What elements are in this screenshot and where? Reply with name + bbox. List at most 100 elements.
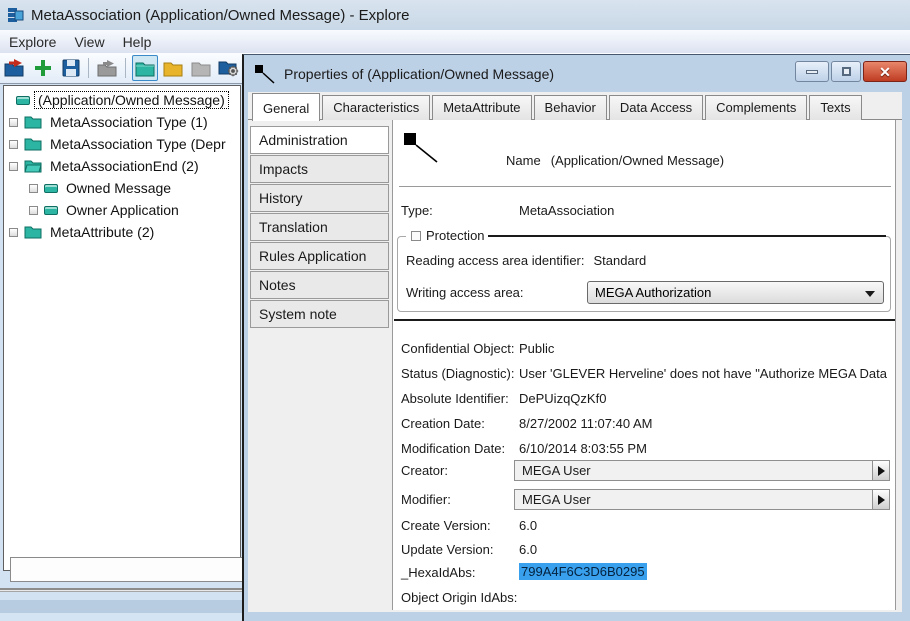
creator-open-button[interactable] — [872, 461, 889, 480]
hexa-id-value: 799A4F6C3D6B0295 — [519, 563, 647, 580]
tree-item-metaassociation-type-depr[interactable]: MetaAssociation Type (Depr — [9, 133, 229, 155]
expander-icon[interactable] — [9, 228, 18, 237]
modifier-open-button[interactable] — [872, 490, 889, 509]
menu-help[interactable]: Help — [114, 32, 161, 52]
open-folder-icon — [24, 159, 42, 173]
close-button[interactable]: ✕ — [863, 61, 907, 82]
side-tab-rules-application[interactable]: Rules Application — [250, 242, 389, 270]
creation-date-row: Creation Date: 8/27/2002 11:07:40 AM — [393, 413, 895, 433]
modifier-label: Modifier: — [401, 492, 521, 507]
writing-access-value: MEGA Authorization — [595, 285, 711, 300]
section-divider — [394, 319, 895, 321]
toolbar-separator — [125, 58, 126, 78]
tab-characteristics[interactable]: Characteristics — [322, 95, 430, 120]
creator-row: Creator: MEGA User — [393, 459, 895, 482]
new-icon[interactable] — [30, 55, 56, 81]
side-tab-list: Administration Impacts History Translati… — [250, 126, 389, 329]
protection-legend: Protection — [406, 228, 490, 243]
gray-folder-icon[interactable] — [188, 55, 214, 81]
bottom-panel — [10, 557, 243, 582]
expander-icon[interactable] — [9, 162, 18, 171]
tab-texts[interactable]: Texts — [809, 95, 861, 120]
hexa-id-label: _HexaIdAbs: — [401, 565, 521, 580]
tree-item-metaattribute[interactable]: MetaAttribute (2) — [9, 221, 157, 243]
protection-groupbox: Protection Reading access area identifie… — [397, 236, 891, 312]
reading-access-row: Reading access area identifier: Standard — [406, 250, 646, 270]
open-folder-icon[interactable] — [95, 55, 121, 81]
side-tab-administration[interactable]: Administration — [250, 126, 389, 154]
modifier-field[interactable]: MEGA User — [514, 489, 890, 510]
status-diagnostic-row: Status (Diagnostic): User 'GLEVER Hervel… — [393, 363, 895, 383]
writing-access-label: Writing access area: — [406, 285, 524, 300]
association-icon-large — [403, 132, 441, 164]
association-icon — [254, 64, 276, 84]
expander-icon[interactable] — [29, 184, 38, 193]
window-title: MetaAssociation (Application/Owned Messa… — [31, 7, 410, 24]
teal-folder-icon[interactable] — [132, 55, 158, 81]
folder-icon — [24, 225, 42, 239]
tab-metaattribute[interactable]: MetaAttribute — [432, 95, 531, 120]
maximize-icon — [842, 67, 851, 76]
tab-complements[interactable]: Complements — [705, 95, 807, 120]
legend-rule — [488, 235, 886, 237]
modifier-row: Modifier: MEGA User — [393, 488, 895, 511]
tab-strip: General Characteristics MetaAttribute Be… — [252, 93, 864, 120]
folder-settings-icon[interactable] — [216, 55, 242, 81]
tree-item-metaassociation-type-1[interactable]: MetaAssociation Type (1) — [9, 111, 211, 133]
tree-item-owner-application[interactable]: Owner Application — [29, 199, 182, 221]
expander-icon[interactable] — [29, 206, 38, 215]
tree-panel: (Application/Owned Message) MetaAssociat… — [3, 85, 241, 571]
writing-access-row: Writing access area: — [406, 282, 524, 302]
writing-access-combobox[interactable]: MEGA Authorization — [587, 281, 884, 304]
main-window-titlebar[interactable]: MetaAssociation (Application/Owned Messa… — [0, 0, 910, 30]
menu-view[interactable]: View — [65, 32, 113, 52]
side-tab-notes[interactable]: Notes — [250, 271, 389, 299]
save-icon[interactable] — [58, 55, 84, 81]
tree-item-metaassociationend[interactable]: MetaAssociationEnd (2) — [9, 155, 202, 177]
node-icon — [44, 206, 58, 215]
folder-icon — [24, 137, 42, 151]
tab-data-access[interactable]: Data Access — [609, 95, 703, 120]
side-tab-history[interactable]: History — [250, 184, 389, 212]
create-version-row: Create Version: 6.0 — [393, 515, 895, 535]
tree-item-owned-message[interactable]: Owned Message — [29, 177, 174, 199]
hexa-id-field[interactable]: 799A4F6C3D6B0295 — [519, 563, 891, 581]
divider — [399, 186, 891, 187]
side-tab-impacts[interactable]: Impacts — [250, 155, 389, 183]
reading-access-value: Standard — [594, 253, 647, 268]
maximize-button[interactable] — [831, 61, 861, 82]
arrow-right-icon — [878, 466, 885, 476]
folder-icon — [24, 115, 42, 129]
arrow-right-icon — [878, 495, 885, 505]
minimize-button[interactable] — [795, 61, 829, 82]
app-icon — [7, 6, 25, 24]
toolbar-separator — [88, 58, 89, 78]
open-model-icon[interactable] — [2, 55, 28, 81]
name-value: (Application/Owned Message) — [551, 153, 724, 168]
node-icon — [44, 184, 58, 193]
side-tab-system-note[interactable]: System note — [250, 300, 389, 328]
tree-item-root[interactable]: (Application/Owned Message) — [16, 89, 228, 111]
creator-field[interactable]: MEGA User — [514, 460, 890, 481]
tab-general[interactable]: General — [252, 93, 320, 121]
name-row: Name (Application/Owned Message) — [506, 150, 724, 170]
menubar: Explore View Help — [0, 30, 910, 53]
close-icon: ✕ — [879, 65, 891, 79]
menu-explore[interactable]: Explore — [0, 32, 65, 52]
confidential-object-row: Confidential Object: Public — [393, 338, 895, 358]
general-tab-content: Name (Application/Owned Message) Type: M… — [392, 120, 896, 610]
chevron-down-icon — [865, 291, 875, 297]
type-value: MetaAssociation — [519, 203, 891, 218]
name-label: Name — [506, 153, 541, 168]
update-version-row: Update Version: 6.0 — [393, 539, 895, 559]
hexa-id-row: _HexaIdAbs: 799A4F6C3D6B0295 — [393, 562, 895, 582]
type-label: Type: — [401, 203, 521, 218]
expander-icon[interactable] — [9, 140, 18, 149]
tab-behavior[interactable]: Behavior — [534, 95, 607, 120]
side-tab-translation[interactable]: Translation — [250, 213, 389, 241]
protection-checkbox[interactable] — [411, 231, 421, 241]
yellow-folder-icon[interactable] — [160, 55, 186, 81]
expander-icon[interactable] — [9, 118, 18, 127]
modification-date-row: Modification Date: 6/10/2014 8:03:55 PM — [393, 438, 895, 458]
creator-label: Creator: — [401, 463, 521, 478]
